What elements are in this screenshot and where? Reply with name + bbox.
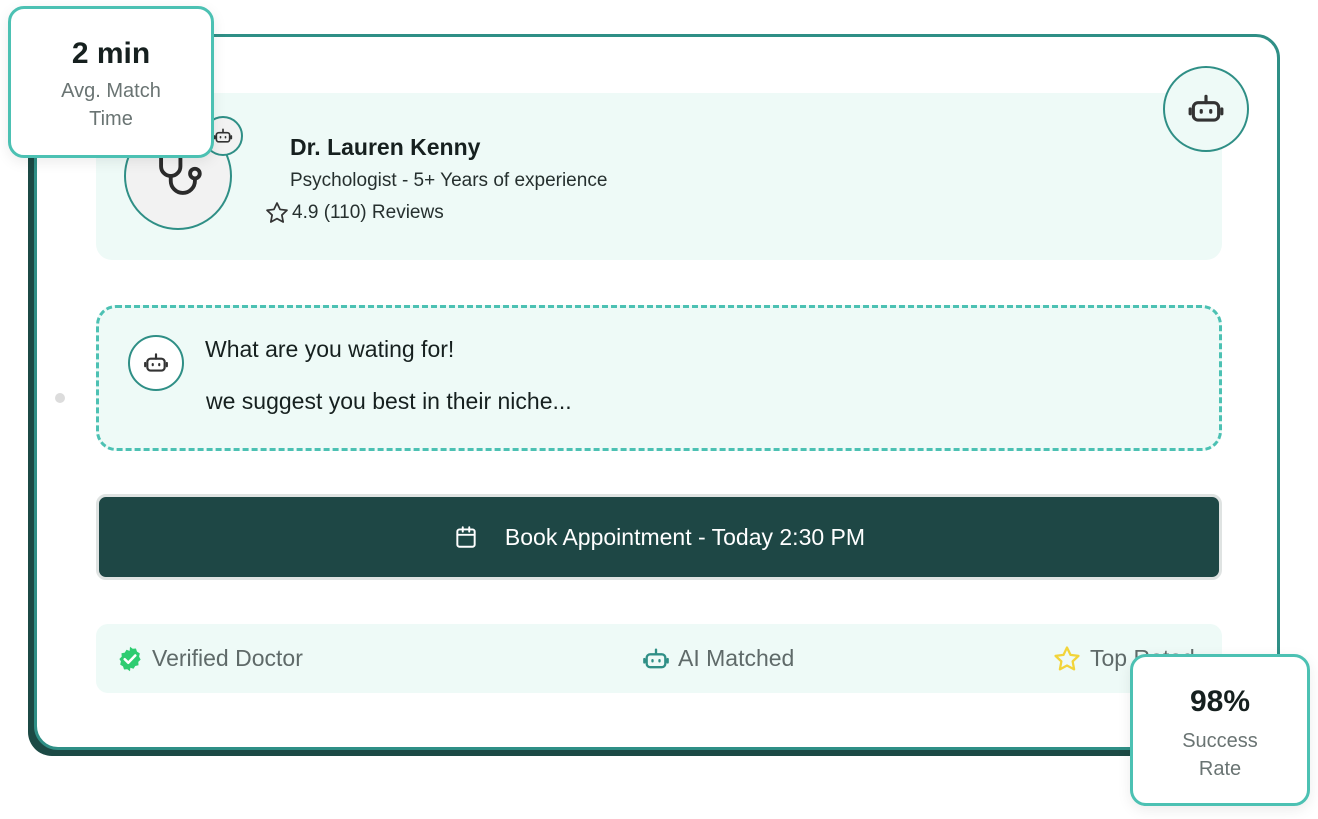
stat-label-line1: Success	[1182, 730, 1258, 752]
badge-label: Verified Doctor	[152, 645, 303, 671]
stat-label-line1: Avg. Match	[61, 80, 161, 102]
star-outline-icon	[266, 202, 288, 223]
rating-text: 4.9 (110) Reviews	[292, 202, 444, 223]
doctor-profile-panel	[96, 93, 1222, 260]
robot-icon	[1188, 94, 1224, 122]
message-text-line1: What are you wating for!	[205, 336, 455, 362]
stat-label-line2: Rate	[1198, 758, 1242, 780]
book-appointment-button[interactable]: Book Appointment - Today 2:30 PM	[96, 494, 1222, 580]
badge-label: AI Matched	[678, 645, 795, 671]
calendar-icon	[456, 526, 476, 548]
robot-icon	[144, 353, 168, 372]
side-indicator-dot	[55, 393, 65, 403]
book-appointment-label: Book Appointment - Today 2:30 PM	[504, 523, 866, 550]
stat-value: 2 min	[71, 37, 151, 70]
robot-icon	[213, 128, 233, 143]
message-bot-avatar	[128, 335, 184, 391]
doctor-name: Dr. Lauren Kenny	[290, 134, 481, 160]
trust-badges-row: Verified Doctor AI Matched Top Rated	[96, 624, 1222, 693]
message-text-line2: we suggest you best in their niche...	[206, 388, 572, 414]
ai-suggestion-message	[96, 305, 1222, 451]
star-icon	[1054, 645, 1080, 670]
stage: Dr. Lauren Kenny Psychologist - 5+ Years…	[0, 0, 1318, 819]
doctor-rating: 4.9 (110) Reviews	[264, 200, 444, 226]
avg-match-time-card: 2 min Avg. Match Time	[8, 6, 214, 158]
verified-check-icon	[119, 646, 141, 671]
stat-label-line2: Time	[89, 108, 133, 130]
stat-value: 98%	[1189, 685, 1251, 718]
success-rate-card: 98% Success Rate	[1130, 654, 1310, 806]
badge-ai-matched: AI Matched	[642, 624, 794, 693]
doctor-specialty: Psychologist - 5+ Years of experience	[290, 170, 608, 191]
robot-icon	[643, 648, 669, 668]
ai-assistant-button[interactable]	[1163, 66, 1249, 152]
badge-verified-doctor: Verified Doctor	[116, 624, 303, 693]
